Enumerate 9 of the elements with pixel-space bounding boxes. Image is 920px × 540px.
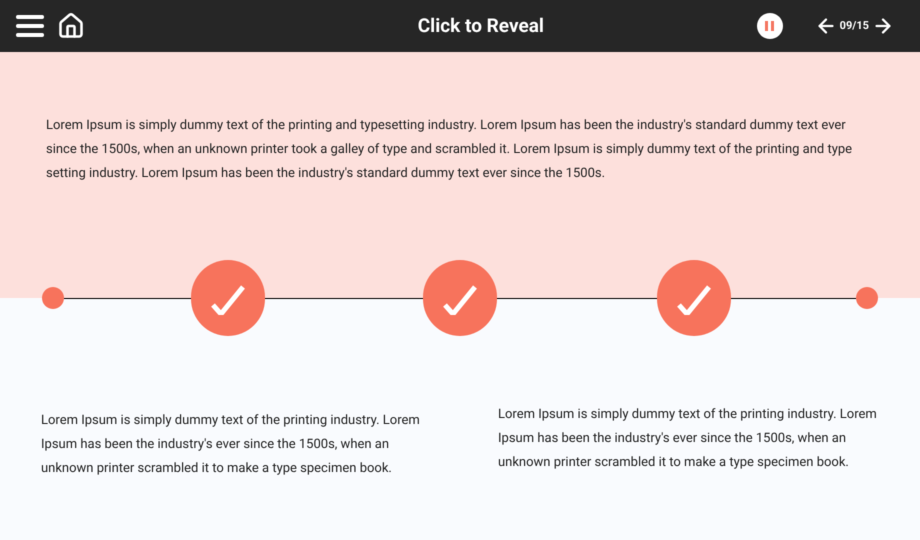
page-title: Click to Reveal [418,12,544,39]
home-icon[interactable] [57,12,85,40]
page-counter: 09/15 [840,18,869,34]
pause-button[interactable] [756,13,783,39]
pause-icon [765,21,774,31]
panel-text: Lorem Ipsum is simply dummy text of the printing industry. Lorem Ipsum has been the industry's ever since the 1500s, when an unknown printer scrambled it to make a type specimen book. [498,406,878,472]
panel-text: Lorem Ipsum is simply dummy text of the printing industry. Lorem Ipsum has been the industry's ever since the 1500s, when an unknown printer scrambled it to make a type specimen book. [41,412,421,478]
menu-icon[interactable] [16,15,44,37]
intro-text: Lorem Ipsum is simply dummy text of the printing and typesetting industry. Lorem Ipsum has been the industry's standard dummy text ever since the 1500s, when an unknown printer took a galley of type and scrambled it. Lorem Ipsum is simply dummy text of the printing and type setting industry. Lorem Ipsum has been the industry's standard dummy text ever since the 1500s. [46,117,854,183]
